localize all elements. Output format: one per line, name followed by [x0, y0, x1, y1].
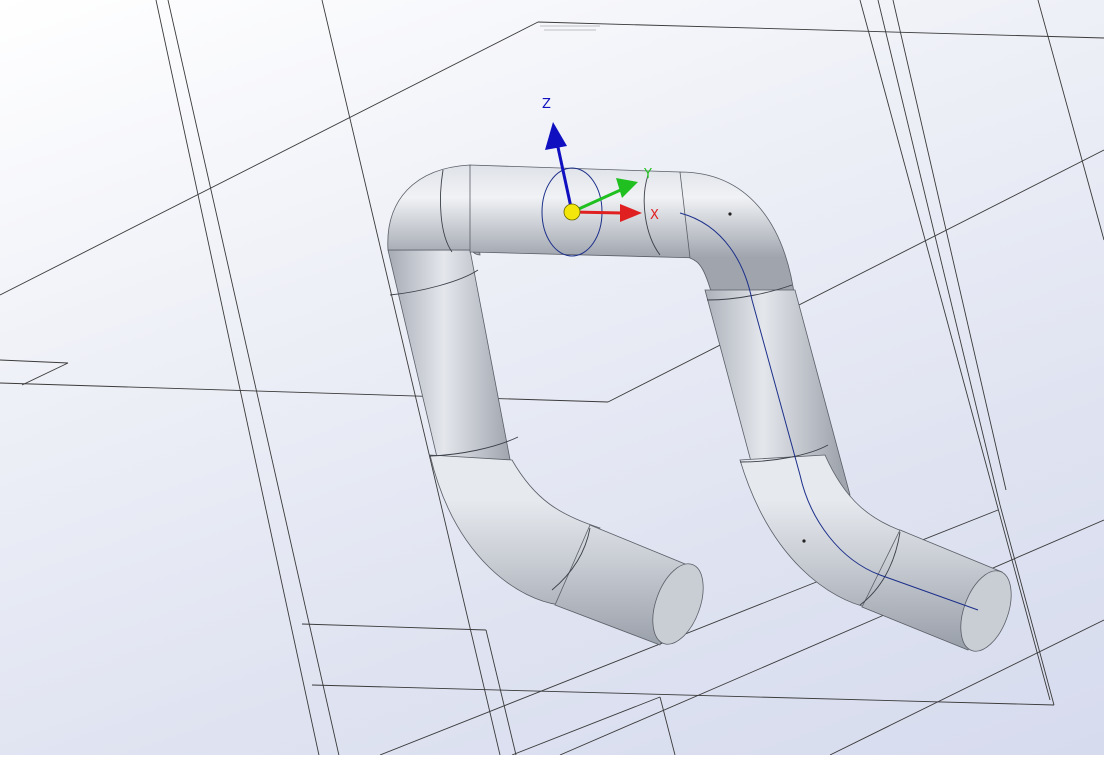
- triad-x-label: X: [650, 208, 659, 223]
- reference-planes: [0, 0, 1104, 755]
- status-strip: [0, 755, 1104, 760]
- triad-y-label: Y: [643, 167, 652, 182]
- pipe-top-right-bend: [679, 171, 796, 306]
- 3d-scene[interactable]: Z Y X: [0, 0, 1104, 755]
- graphics-viewport[interactable]: Z Y X: [0, 0, 1104, 755]
- triad-z-label: Z: [542, 97, 551, 112]
- plane-label: [540, 25, 600, 31]
- origin-point-icon: [563, 203, 581, 221]
- pipe-model[interactable]: [387, 164, 1021, 658]
- pipe-top-left-bend: [387, 164, 481, 256]
